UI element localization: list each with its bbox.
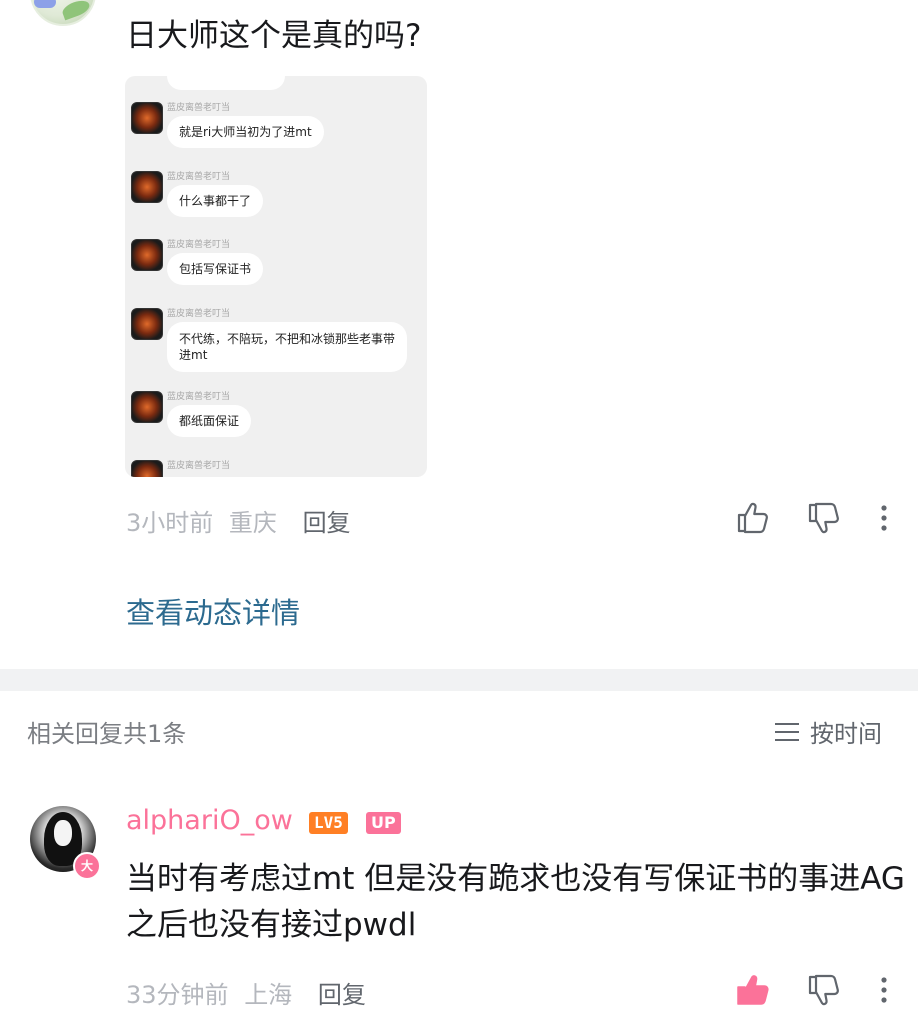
- reply-text: 当时有考虑过mt 但是没有跪求也没有写保证书的事进AG之后也没有接过pwdl: [126, 861, 905, 943]
- comment-image[interactable]: 蓝皮离兽老叮当 就是ri大师当初为了进mt 蓝皮离兽老叮当 什么事都干了 蓝皮离…: [125, 76, 427, 477]
- chat-sender-name: 蓝皮离兽老叮当: [167, 309, 231, 319]
- view-detail-link[interactable]: 查看动态详情: [126, 590, 300, 632]
- chat-sender-name: 蓝皮离兽老叮当: [167, 172, 231, 182]
- chat-bubble: 就是ri大师当初为了进mt: [167, 116, 324, 148]
- chat-bubble-line: 进mt: [179, 348, 208, 362]
- comment-time: 3小时前: [126, 509, 214, 537]
- reply-button[interactable]: 回复: [318, 981, 366, 1009]
- comment-meta: 3小时前 重庆 回复: [126, 503, 351, 538]
- comment-location: 重庆: [228, 509, 277, 537]
- chat-bubble: 包括写保证书: [167, 253, 264, 285]
- reply-username[interactable]: alphariO_ow: [126, 805, 293, 836]
- reply-time: 33分钟前: [126, 981, 229, 1009]
- thumbs-down-icon[interactable]: [806, 972, 842, 1008]
- chat-avatar: [131, 171, 163, 203]
- reply-button[interactable]: 回复: [303, 509, 351, 537]
- chat-sender-name: 蓝皮离兽老叮当: [167, 461, 231, 471]
- sort-lines-icon: [775, 722, 799, 741]
- section-divider: [0, 669, 918, 691]
- thumbs-down-icon[interactable]: [806, 500, 842, 536]
- chat-bubble: 什么事都干了: [167, 185, 264, 217]
- reply-location: 上海: [244, 981, 293, 1009]
- avatar-badge: 大: [73, 852, 101, 880]
- more-vertical-icon[interactable]: [876, 974, 892, 1006]
- chat-avatar: [131, 102, 163, 134]
- chat-sender-name: 蓝皮离兽老叮当: [167, 240, 231, 250]
- chat-avatar: [131, 308, 163, 340]
- thumbs-up-icon[interactable]: [735, 500, 771, 536]
- chat-avatar: [131, 391, 163, 423]
- comment-text: 日大师这个是真的吗?: [126, 18, 422, 54]
- chat-avatar: [131, 239, 163, 271]
- partial-bubble: [167, 76, 285, 90]
- related-replies-count: 相关回复共1条: [27, 720, 187, 748]
- chat-bubble: 不代练，不陪玩，不把和冰锁那些老事带 进mt: [167, 322, 408, 372]
- chat-sender-name: 蓝皮离兽老叮当: [167, 392, 231, 402]
- more-vertical-icon[interactable]: [876, 502, 892, 534]
- up-badge: UP: [366, 812, 401, 834]
- sort-toggle[interactable]: 按时间: [774, 714, 882, 749]
- chat-sender-name: 蓝皮离兽老叮当: [167, 103, 231, 113]
- level-badge: LV5: [309, 812, 348, 834]
- sort-label: 按时间: [810, 720, 882, 748]
- thumbs-up-icon[interactable]: [735, 972, 771, 1008]
- chat-bubble: 都纸面保证: [167, 405, 252, 437]
- chat-avatar: [131, 460, 163, 477]
- chat-bubble-line: 不代练，不陪玩，不把和冰锁那些老事带: [179, 332, 396, 346]
- reply-meta: 33分钟前 上海 回复: [126, 975, 366, 1010]
- commenter-avatar[interactable]: [30, 0, 96, 26]
